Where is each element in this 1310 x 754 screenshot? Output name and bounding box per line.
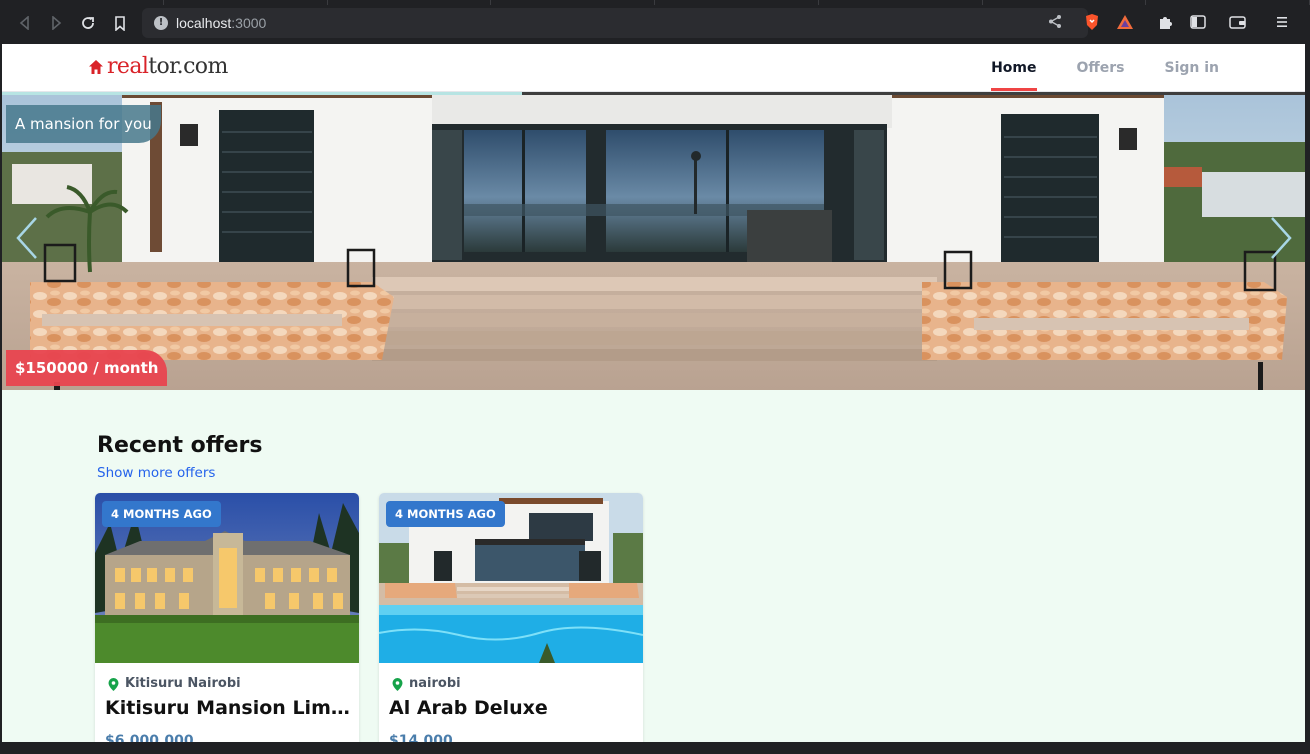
site-info-icon[interactable]: ! xyxy=(154,16,168,30)
listing-name: Kitisuru Mansion Limited xyxy=(105,697,353,719)
recent-offers-title: Recent offers xyxy=(97,433,263,458)
wallet-icon[interactable] xyxy=(1228,13,1246,31)
listing-location-text: Kitisuru Nairobi xyxy=(125,676,241,691)
reload-icon[interactable] xyxy=(77,12,99,34)
share-icon[interactable] xyxy=(1048,14,1062,33)
bookmark-icon[interactable] xyxy=(109,12,131,34)
menu-icon[interactable] xyxy=(1273,13,1291,31)
listing-location: nairobi xyxy=(391,675,461,693)
listing-price: $6,000,000 xyxy=(105,733,194,742)
back-icon[interactable] xyxy=(14,12,36,34)
brave-shield-icon[interactable] xyxy=(1083,13,1101,31)
listing-card[interactable]: 4 months ago Kitisuru Nairobi Kitisuru M… xyxy=(95,493,359,742)
hero-image xyxy=(2,92,1305,390)
site-header: realtor.com Home Offers Sign in xyxy=(2,44,1305,92)
listing-location-text: nairobi xyxy=(409,676,461,691)
listing-location: Kitisuru Nairobi xyxy=(107,675,241,693)
nav-home[interactable]: Home xyxy=(991,44,1037,92)
show-more-offers-link[interactable]: Show more offers xyxy=(97,464,215,482)
listing-price: $14,000 xyxy=(389,733,453,742)
house-icon xyxy=(89,60,103,74)
nav-offers[interactable]: Offers xyxy=(1077,44,1125,92)
tab-strip xyxy=(0,0,1310,5)
logo-text-red: real xyxy=(107,54,149,79)
location-pin-icon xyxy=(108,677,119,691)
sidebar-icon[interactable] xyxy=(1189,13,1207,31)
address-bar[interactable]: ! localhost:3000 xyxy=(142,8,1088,38)
main-nav: Home Offers Sign in xyxy=(991,44,1219,92)
logo[interactable]: realtor.com xyxy=(88,56,228,78)
hero-slider[interactable]: A mansion for you $150000 / month xyxy=(2,92,1305,390)
brave-rewards-icon[interactable] xyxy=(1116,13,1134,31)
listing-age-badge: 4 months ago xyxy=(386,501,505,527)
slider-prev-icon[interactable] xyxy=(12,214,42,262)
browser-chrome: ! localhost:3000 xyxy=(0,0,1310,44)
listing-age-badge: 4 months ago xyxy=(102,501,221,527)
slider-progress xyxy=(2,92,522,95)
logo-text-dark: tor.com xyxy=(148,54,228,79)
extensions-icon[interactable] xyxy=(1156,13,1174,31)
listing-name: Al Arab Deluxe xyxy=(389,697,548,719)
location-pin-icon xyxy=(392,677,403,691)
hero-title: A mansion for you xyxy=(6,105,161,143)
nav-sign-in[interactable]: Sign in xyxy=(1164,44,1219,92)
hero-price: $150000 / month xyxy=(6,350,168,386)
forward-icon[interactable] xyxy=(45,12,67,34)
listing-card[interactable]: 4 months ago nairobi Al Arab Deluxe $14,… xyxy=(379,493,643,742)
slider-progress-track xyxy=(522,92,1305,95)
page-viewport: realtor.com Home Offers Sign in A mansio… xyxy=(2,44,1305,742)
url-text: localhost:3000 xyxy=(176,15,267,31)
slider-next-icon[interactable] xyxy=(1266,214,1296,262)
